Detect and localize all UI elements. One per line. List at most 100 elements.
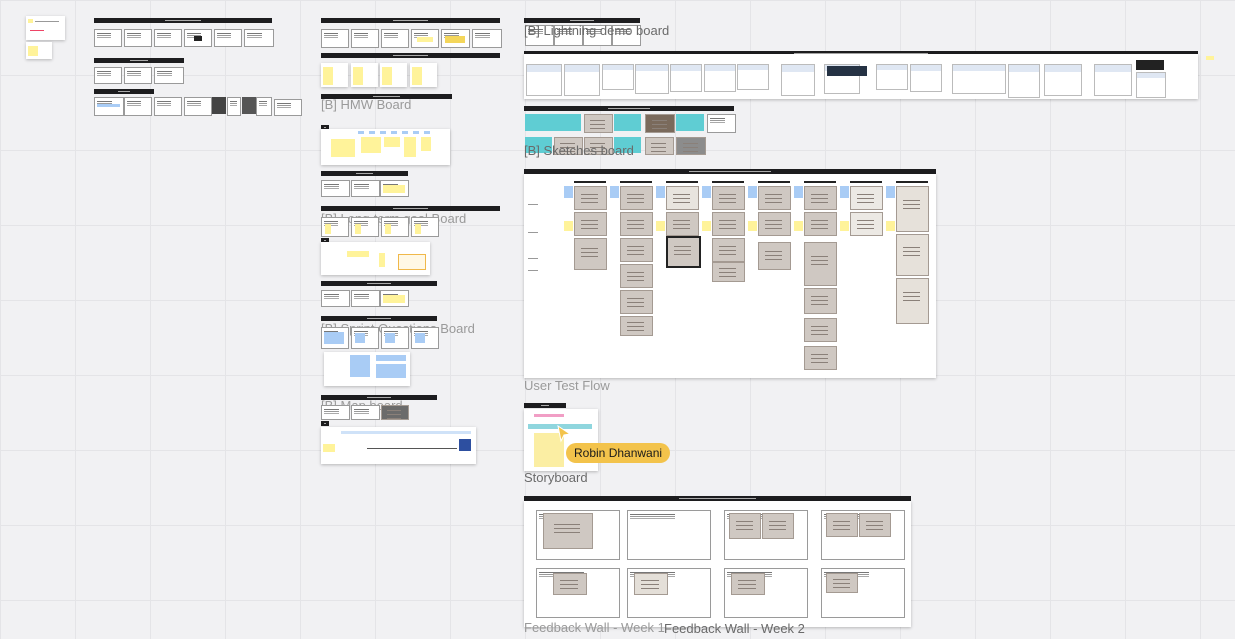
image-thumb[interactable] xyxy=(242,97,256,114)
card[interactable] xyxy=(184,29,212,47)
card[interactable] xyxy=(351,405,380,420)
card[interactable] xyxy=(321,29,349,48)
blue-note xyxy=(358,131,364,134)
card[interactable] xyxy=(321,217,349,237)
sketch-photo xyxy=(896,186,929,232)
side-label xyxy=(528,232,538,233)
card[interactable] xyxy=(94,67,122,84)
sketch-photo xyxy=(859,513,891,537)
card[interactable] xyxy=(321,290,350,307)
mini-frame-top[interactable] xyxy=(26,16,65,40)
card[interactable] xyxy=(124,67,152,84)
card[interactable] xyxy=(227,97,241,116)
card[interactable] xyxy=(380,180,409,197)
map-node xyxy=(459,439,471,451)
board-label-user-test-flow[interactable]: User Test Flow xyxy=(524,379,610,393)
card[interactable] xyxy=(154,67,184,84)
sketch-photo xyxy=(543,513,593,549)
map-board[interactable] xyxy=(321,427,476,464)
sketch-photo xyxy=(620,316,653,336)
card[interactable] xyxy=(707,114,736,133)
card[interactable] xyxy=(321,405,350,420)
card[interactable] xyxy=(441,29,470,48)
feedback-card xyxy=(627,510,711,560)
sticky-row xyxy=(347,251,369,257)
card[interactable] xyxy=(411,217,439,237)
blue-note xyxy=(402,131,408,134)
card[interactable] xyxy=(321,327,349,349)
card[interactable] xyxy=(351,217,379,237)
board-label-sketches[interactable]: [B] Sketches board xyxy=(524,144,634,158)
teal-card[interactable] xyxy=(676,114,704,131)
board-label-feedback-wall-week-2[interactable]: Feedback Wall - Week 2 xyxy=(664,622,805,636)
hmw-card[interactable] xyxy=(410,63,437,87)
hmw-card[interactable] xyxy=(380,63,407,87)
hmw-card[interactable] xyxy=(321,63,348,87)
lightning-demo-board[interactable] xyxy=(524,54,1198,99)
card[interactable] xyxy=(351,327,379,349)
blue-note xyxy=(656,186,665,198)
text-line xyxy=(35,21,59,22)
sticky-note xyxy=(382,67,392,85)
image-thumb[interactable] xyxy=(212,97,226,114)
side-label xyxy=(528,270,538,271)
sticky-note xyxy=(379,253,385,267)
board-label-storyboard[interactable]: Storyboard xyxy=(524,471,588,485)
sticky-note[interactable] xyxy=(1206,56,1214,60)
frame-header xyxy=(94,18,272,23)
hmw-board[interactable] xyxy=(321,129,450,165)
sketch-photo xyxy=(574,238,607,270)
card[interactable] xyxy=(124,97,152,116)
card[interactable] xyxy=(411,327,439,349)
teal-card[interactable] xyxy=(614,114,641,131)
cursor-arrow-icon xyxy=(557,425,572,443)
long-term-goal-board[interactable] xyxy=(321,242,430,275)
card[interactable] xyxy=(214,29,242,47)
card[interactable] xyxy=(154,29,182,47)
screenshot xyxy=(564,64,600,96)
teal-card[interactable] xyxy=(525,114,581,131)
card[interactable] xyxy=(351,180,380,197)
card[interactable] xyxy=(154,97,182,116)
frame-header xyxy=(321,421,329,426)
card[interactable] xyxy=(351,290,380,307)
mini-frame-bottom[interactable] xyxy=(26,42,52,59)
photo-card[interactable] xyxy=(381,405,409,420)
photo-card[interactable] xyxy=(645,137,674,155)
card[interactable] xyxy=(381,29,409,48)
card[interactable] xyxy=(351,29,379,48)
sprint-questions-board[interactable] xyxy=(324,352,410,386)
card[interactable] xyxy=(381,217,409,237)
card[interactable] xyxy=(184,97,212,116)
card[interactable] xyxy=(94,97,124,116)
card[interactable] xyxy=(472,29,502,48)
screenshot xyxy=(781,64,815,96)
photo-card[interactable] xyxy=(676,137,706,155)
board-label-feedback-wall-week-1[interactable]: Feedback Wall - Week 1 xyxy=(524,621,665,635)
photo-card[interactable] xyxy=(645,114,675,133)
sketches-board[interactable] xyxy=(524,174,936,378)
blue-note xyxy=(413,131,419,134)
board-label-hmw[interactable]: [B] HMW Board xyxy=(321,98,411,112)
screenshot xyxy=(737,64,769,90)
blue-note xyxy=(355,333,365,343)
card[interactable] xyxy=(381,327,409,349)
screenshot xyxy=(1136,72,1166,98)
hmw-card[interactable] xyxy=(351,63,378,87)
blue-note xyxy=(886,186,895,198)
screenshot xyxy=(602,64,634,90)
card[interactable] xyxy=(244,29,274,47)
sticky-cluster xyxy=(384,137,400,147)
photo-card[interactable] xyxy=(584,114,613,133)
card[interactable] xyxy=(94,29,122,47)
card[interactable] xyxy=(124,29,152,47)
feedback-wall-board[interactable] xyxy=(524,501,911,627)
card[interactable] xyxy=(411,29,439,48)
sketch-photo xyxy=(712,212,745,236)
card[interactable] xyxy=(380,290,409,307)
card[interactable] xyxy=(321,180,350,197)
sketch-photo xyxy=(553,573,587,595)
card[interactable] xyxy=(256,97,272,116)
card[interactable] xyxy=(274,99,302,116)
board-label-lightning-demo[interactable]: [B] Lightning demo board xyxy=(524,24,669,38)
